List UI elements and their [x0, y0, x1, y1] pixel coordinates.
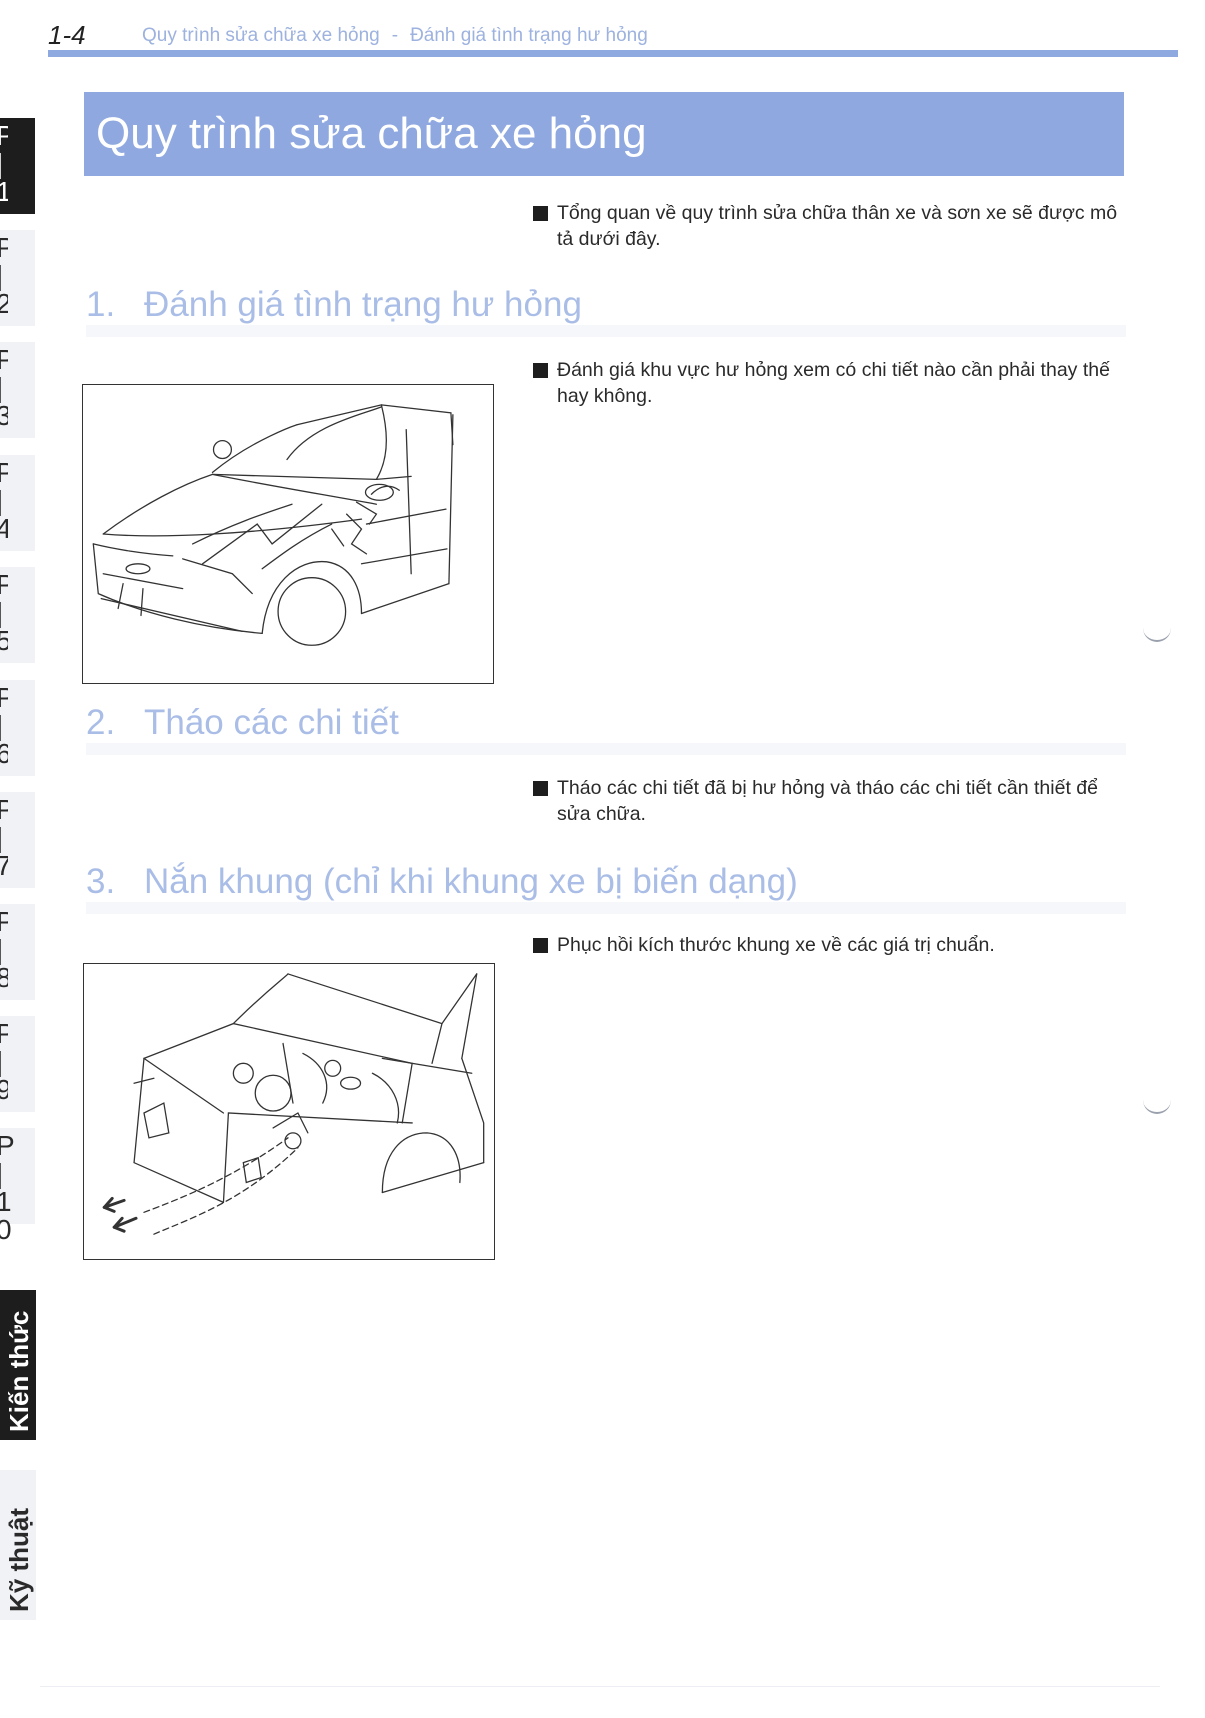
section-number: 2. — [86, 703, 116, 742]
side-tab-label: P | 2 — [0, 234, 8, 318]
side-tab-p7[interactable]: P | 7 — [0, 792, 35, 888]
side-tab-label: P | 5 — [0, 571, 8, 655]
breadcrumb-item: Đánh giá tình trạng hư hỏng — [410, 25, 648, 46]
side-tab-label: P | 8 — [0, 908, 8, 992]
side-tab-label: P | 1 — [0, 122, 8, 206]
section-3-bullet: Phục hồi kích thước khung xe về các giá … — [533, 932, 1123, 958]
bullet-text: Đánh giá khu vực hư hỏng xem có chi tiết… — [557, 359, 1110, 407]
section-2-bullet: Tháo các chi tiết đã bị hư hỏng và tháo … — [533, 775, 1123, 827]
section-1-bullet: Đánh giá khu vực hư hỏng xem có chi tiết… — [533, 357, 1123, 409]
breadcrumb-item: Quy trình sửa chữa xe hỏng — [142, 25, 380, 46]
bullet-square-icon — [533, 938, 548, 953]
side-tab-p9[interactable]: P | 9 — [0, 1016, 35, 1112]
punch-hole-mark — [1143, 626, 1171, 642]
side-tab-label: P | 3 — [0, 346, 8, 430]
page-title: Quy trình sửa chữa xe hỏng — [96, 109, 647, 158]
bullet-square-icon — [533, 363, 548, 378]
breadcrumb: Quy trình sửa chữa xe hỏng - Đánh giá tình… — [142, 25, 648, 47]
punch-hole-mark — [1143, 1098, 1171, 1114]
side-tab-p4[interactable]: P | 4 — [0, 455, 35, 551]
section-divider — [86, 902, 1126, 914]
section-title: Nắn khung (chỉ khi khung xe bị biến dạng… — [144, 862, 798, 901]
section-heading-2: 2. Tháo các chi tiết — [86, 703, 399, 743]
side-tab-p6[interactable]: P | 6 — [0, 680, 35, 776]
section-title: Đánh giá tình trạng hư hỏng — [144, 285, 582, 324]
section-number: 1. — [86, 285, 116, 324]
bullet-text: Phục hồi kích thước khung xe về các giá … — [557, 934, 995, 956]
side-tab-p5[interactable]: P | 5 — [0, 567, 35, 663]
header-divider — [48, 50, 1178, 57]
section-heading-3: 3. Nắn khung (chỉ khi khung xe bị biến dạ… — [86, 862, 798, 902]
bullet-square-icon — [533, 206, 548, 221]
section-divider — [86, 743, 1126, 755]
section-divider — [86, 325, 1126, 337]
side-tab-p10[interactable]: P | 10 — [0, 1128, 35, 1244]
footer-divider — [40, 1686, 1160, 1687]
bullet-text: Tháo các chi tiết đã bị hư hỏng và tháo … — [557, 777, 1098, 825]
side-tab-label: P | 10 — [0, 1130, 15, 1244]
section-title: Tháo các chi tiết — [144, 703, 399, 742]
side-tab-ky-thuat[interactable]: Kỹ thuật — [0, 1470, 36, 1620]
title-banner: Quy trình sửa chữa xe hỏng — [84, 92, 1124, 176]
breadcrumb-separator: - — [391, 25, 399, 46]
intro-bullet: Tổng quan về quy trình sửa chữa thân xe … — [533, 200, 1123, 252]
side-tab-p1[interactable]: P | 1 — [0, 118, 35, 214]
section-number: 3. — [86, 862, 116, 901]
page-number: 1-4 — [48, 20, 86, 50]
side-tab-label: Kiến thức — [4, 1310, 34, 1432]
side-tab-p3[interactable]: P | 3 — [0, 342, 35, 438]
side-tab-label: P | 7 — [0, 796, 8, 880]
side-tab-p2[interactable]: P | 2 — [0, 230, 35, 326]
frame-straightening-illustration — [83, 963, 495, 1260]
side-tab-label: P | 9 — [0, 1020, 8, 1104]
side-tab-kien-thuc[interactable]: Kiến thức — [0, 1290, 36, 1440]
side-tab-label: P | 4 — [0, 459, 8, 543]
bullet-text: Tổng quan về quy trình sửa chữa thân xe … — [557, 202, 1118, 250]
side-tab-label: P | 6 — [0, 684, 8, 768]
side-tab-p8[interactable]: P | 8 — [0, 904, 35, 1000]
damaged-car-illustration — [82, 384, 494, 684]
section-heading-1: 1. Đánh giá tình trạng hư hỏng — [86, 285, 582, 325]
side-tab-label: Kỹ thuật — [4, 1508, 34, 1612]
bullet-square-icon — [533, 781, 548, 796]
